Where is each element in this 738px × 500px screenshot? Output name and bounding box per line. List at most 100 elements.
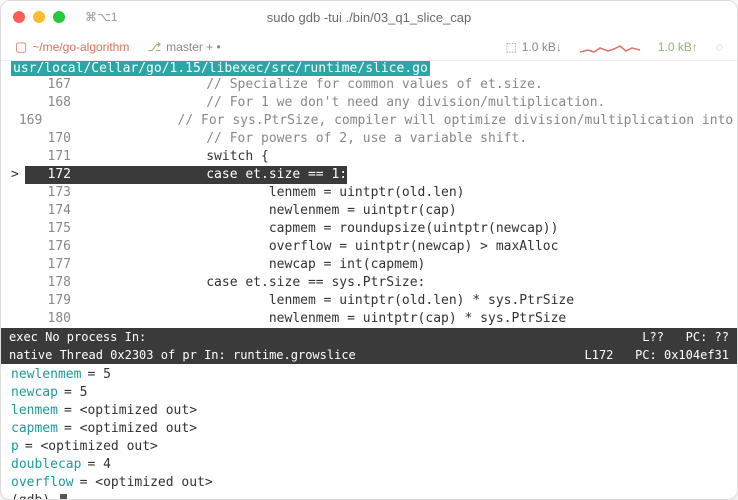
- git-segment: ⎇ master + •: [147, 40, 220, 54]
- breakpoint-marker: [11, 274, 25, 292]
- source-text: // For powers of 2, use a variable shift…: [81, 130, 737, 148]
- variable-row: doublecap= 4: [11, 456, 727, 474]
- breakpoint-marker: [11, 220, 25, 238]
- variable-name: newcap: [11, 384, 58, 402]
- variable-row: newcap = 5: [11, 384, 727, 402]
- variable-value: = <optimized out>: [25, 438, 158, 456]
- status-bar: ▢ ~/me/go-algorithm ⎇ master + • ⬚ 1.0 k…: [1, 33, 737, 61]
- thread-status-bar: native Thread 0x2303 of pr In: runtime.g…: [1, 346, 737, 364]
- exec-status-left: exec No process In:: [9, 328, 642, 346]
- variable-row: capmem = <optimized out>: [11, 420, 727, 438]
- thread-status-left: native Thread 0x2303 of pr In: runtime.g…: [9, 346, 585, 364]
- code-line[interactable]: 174 newlenmem = uintptr(cap): [11, 202, 737, 220]
- line-number: 180: [25, 310, 81, 328]
- code-line[interactable]: 170 // For powers of 2, use a variable s…: [11, 130, 737, 148]
- net-down-icon: ⬚: [505, 40, 516, 54]
- code-line[interactable]: 173 lenmem = uintptr(old.len): [11, 184, 737, 202]
- source-text: switch {: [81, 148, 737, 166]
- line-number: 175: [25, 220, 81, 238]
- line-number: 177: [25, 256, 81, 274]
- net-up-segment: 1.0 kB↑: [658, 40, 698, 54]
- line-number: 176: [25, 238, 81, 256]
- source-text: lenmem = uintptr(old.len): [81, 184, 737, 202]
- source-text: newlenmem = uintptr(cap): [81, 202, 737, 220]
- source-text: case et.size == 1:: [81, 166, 737, 184]
- source-text: newlenmem = uintptr(cap) * sys.PtrSize: [81, 310, 737, 328]
- code-line[interactable]: 177 newcap = int(capmem): [11, 256, 737, 274]
- gdb-console[interactable]: newlenmem= 5newcap= 5lenmem= <optimized …: [1, 364, 737, 499]
- breakpoint-marker: [11, 148, 25, 166]
- code-line[interactable]: 171 switch {: [11, 148, 737, 166]
- exec-status-bar: exec No process In: L?? PC: ??: [1, 328, 737, 346]
- variable-name: capmem: [11, 420, 58, 438]
- code-line[interactable]: 179 lenmem = uintptr(old.len) * sys.PtrS…: [11, 292, 737, 310]
- code-listing[interactable]: 167 // Specialize for common values of e…: [1, 76, 737, 328]
- code-line[interactable]: 167 // Specialize for common values of e…: [11, 76, 737, 94]
- variable-value: = 5: [87, 366, 110, 384]
- variable-value: = <optimized out>: [64, 402, 197, 420]
- variable-name: newlenmem: [11, 366, 81, 384]
- variable-name: doublecap: [11, 456, 81, 474]
- variable-value: = <optimized out>: [64, 420, 197, 438]
- breakpoint-marker: [11, 238, 25, 256]
- breakpoint-marker: [11, 256, 25, 274]
- variable-row: lenmem = <optimized out>: [11, 402, 727, 420]
- variable-name: p: [11, 438, 19, 456]
- source-text: // For sys.PtrSize, compiler will optimi…: [52, 112, 737, 130]
- variable-value: = 5: [64, 384, 87, 402]
- variable-name: lenmem: [11, 402, 58, 420]
- git-branch: master + •: [166, 40, 221, 54]
- source-pane: usr/local/Cellar/go/1.15/libexec/src/run…: [1, 61, 737, 499]
- terminal-window: ⌘⌥1 sudo gdb -tui ./bin/03_q1_slice_cap …: [0, 0, 738, 500]
- line-number: 168: [25, 94, 81, 112]
- code-line[interactable]: 168 // For 1 we don't need any division/…: [11, 94, 737, 112]
- breakpoint-marker: [11, 292, 25, 310]
- variable-row: p = <optimized out>: [11, 438, 727, 456]
- source-path: usr/local/Cellar/go/1.15/libexec/src/run…: [11, 61, 430, 76]
- line-number: 178: [25, 274, 81, 292]
- net-up: 1.0 kB↑: [658, 40, 698, 54]
- breakpoint-marker: [11, 112, 19, 130]
- cwd-path: ~/me/go-algorithm: [32, 40, 129, 54]
- code-line[interactable]: 175 capmem = roundupsize(uintptr(newcap)…: [11, 220, 737, 238]
- net-down-segment: ⬚ 1.0 kB↓: [505, 40, 561, 54]
- variable-name: overflow: [11, 474, 74, 492]
- source-text: // Specialize for common values of et.si…: [81, 76, 737, 94]
- window-title: sudo gdb -tui ./bin/03_q1_slice_cap: [1, 10, 737, 25]
- line-number: 170: [25, 130, 81, 148]
- source-text: lenmem = uintptr(old.len) * sys.PtrSize: [81, 292, 737, 310]
- titlebar: ⌘⌥1 sudo gdb -tui ./bin/03_q1_slice_cap: [1, 1, 737, 33]
- source-text: // For 1 we don't need any division/mult…: [81, 94, 737, 112]
- line-number: 174: [25, 202, 81, 220]
- line-number: 167: [25, 76, 81, 94]
- source-text: case et.size == sys.PtrSize:: [81, 274, 737, 292]
- breakpoint-marker: [11, 130, 25, 148]
- line-number: 173: [25, 184, 81, 202]
- line-number: 172: [25, 166, 81, 184]
- code-line[interactable]: 180 newlenmem = uintptr(cap) * sys.PtrSi…: [11, 310, 737, 328]
- code-line[interactable]: 169 // For sys.PtrSize, compiler will op…: [11, 112, 737, 130]
- cursor-icon: [60, 494, 67, 500]
- code-line[interactable]: >172 case et.size == 1:: [11, 166, 737, 184]
- line-number: 179: [25, 292, 81, 310]
- gdb-prompt[interactable]: (gdb): [11, 492, 727, 499]
- folder-icon: ▢: [15, 39, 27, 55]
- line-number: 171: [25, 148, 81, 166]
- line-number: 169: [19, 112, 52, 130]
- breakpoint-marker: [11, 202, 25, 220]
- source-text: newcap = int(capmem): [81, 256, 737, 274]
- code-line[interactable]: 176 overflow = uintptr(newcap) > maxAllo…: [11, 238, 737, 256]
- code-line[interactable]: 178 case et.size == sys.PtrSize:: [11, 274, 737, 292]
- source-text: capmem = roundupsize(uintptr(newcap)): [81, 220, 737, 238]
- exec-status-right: L?? PC: ??: [642, 328, 729, 346]
- breakpoint-marker: [11, 310, 25, 328]
- breakpoint-marker: [11, 94, 25, 112]
- cwd-segment: ▢ ~/me/go-algorithm: [15, 39, 129, 55]
- sparkline-icon: [580, 40, 640, 54]
- breakpoint-marker: [11, 184, 25, 202]
- variable-row: overflow = <optimized out>: [11, 474, 727, 492]
- breakpoint-marker: >: [11, 166, 25, 184]
- variable-value: = <optimized out>: [80, 474, 213, 492]
- sync-icon[interactable]: ◌: [716, 40, 723, 54]
- source-text: overflow = uintptr(newcap) > maxAlloc: [81, 238, 737, 256]
